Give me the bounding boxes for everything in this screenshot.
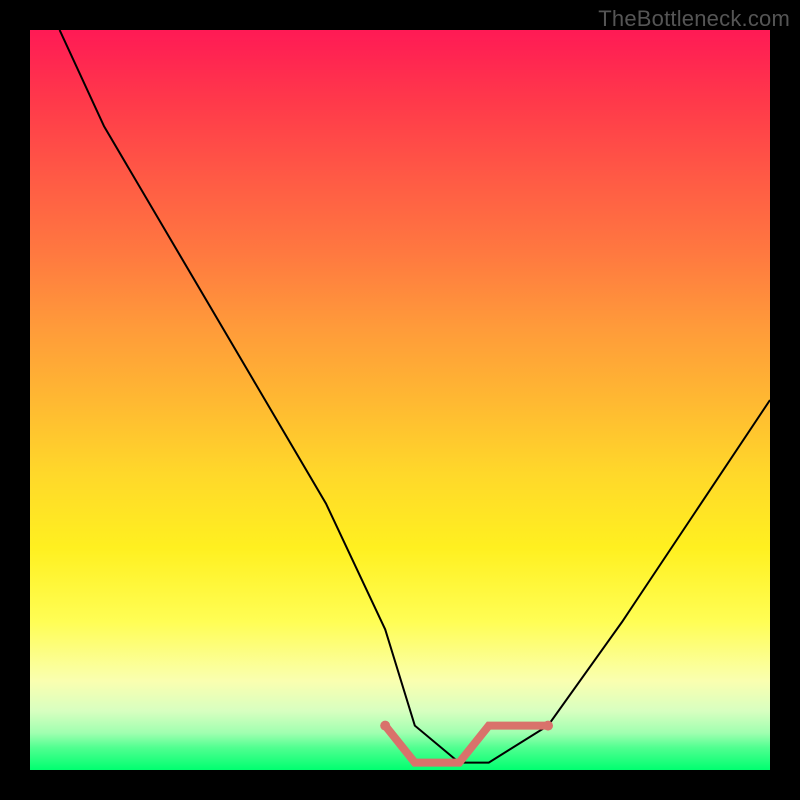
highlight-dot-end xyxy=(543,721,553,731)
highlight-path xyxy=(385,726,548,763)
curve-path xyxy=(60,30,770,763)
plot-area xyxy=(30,30,770,770)
highlight-dot-start xyxy=(380,721,390,731)
bottleneck-curve-svg xyxy=(30,30,770,770)
watermark-text: TheBottleneck.com xyxy=(598,6,790,32)
chart-container: TheBottleneck.com xyxy=(0,0,800,800)
